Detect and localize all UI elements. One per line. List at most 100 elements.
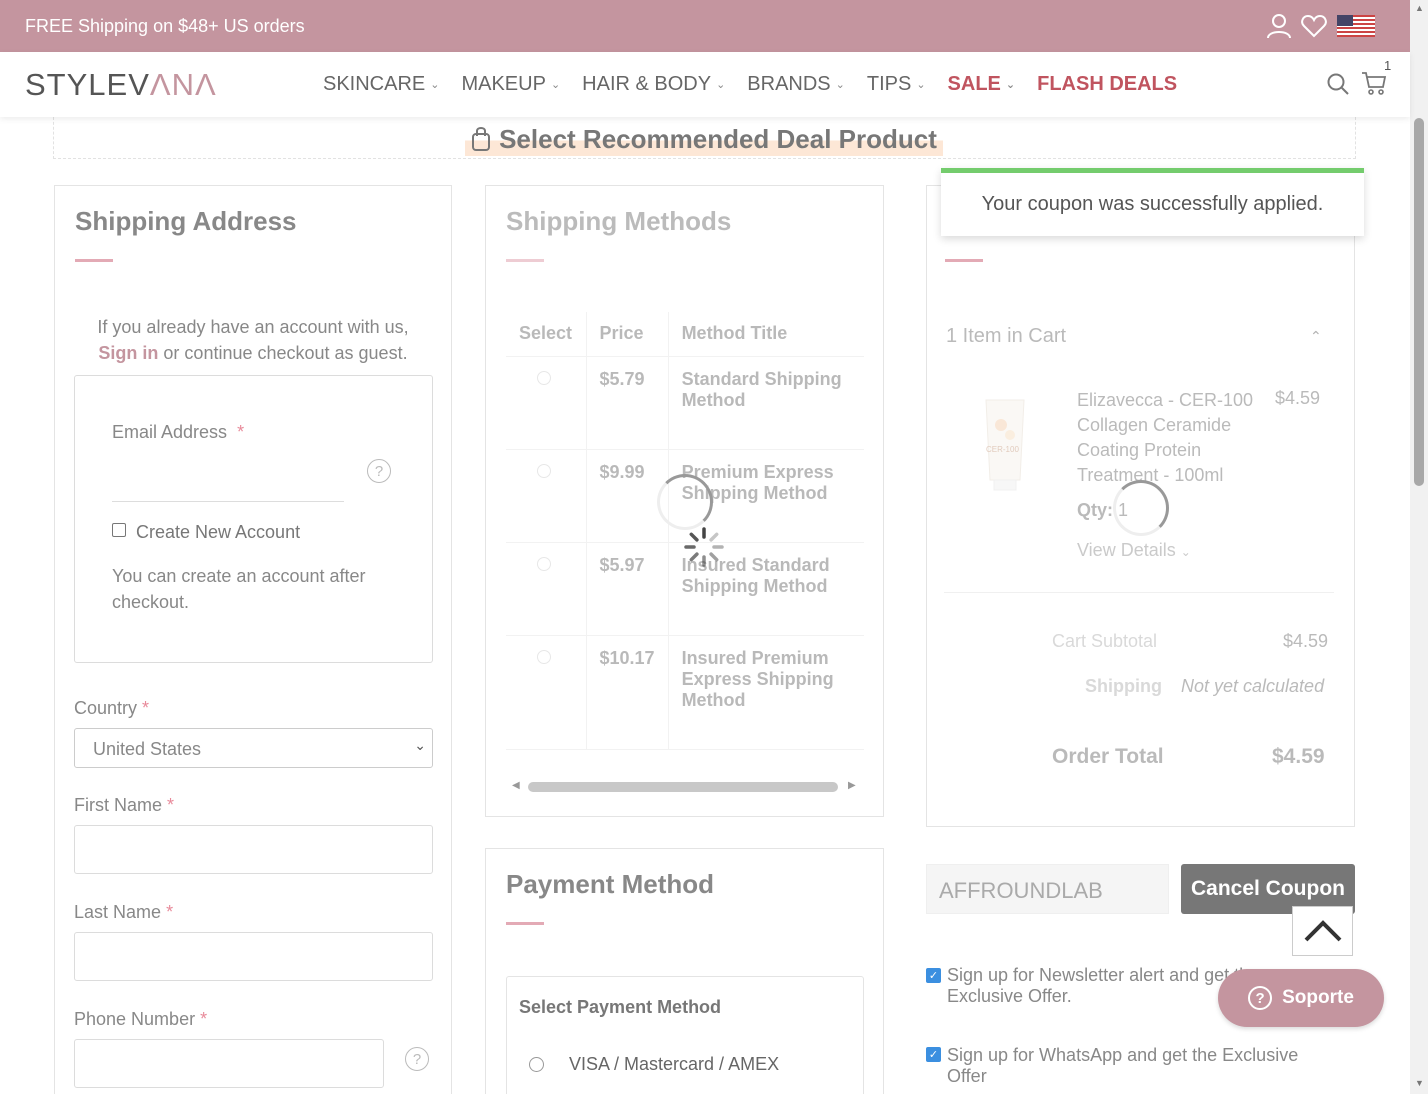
nav-makeup[interactable]: MAKEUP ⌄ xyxy=(461,73,560,96)
sign-in-link[interactable]: Sign in xyxy=(98,343,158,363)
nav-label: TIPS xyxy=(866,73,912,95)
email-box xyxy=(74,375,433,663)
method-title-cell: Insured Premium Express Shipping Method xyxy=(668,635,864,750)
nav-flash-deals[interactable]: FLASH DEALS xyxy=(1037,73,1177,96)
select-payment-label: Select Payment Method xyxy=(519,997,722,1017)
shipping-label: Shipping xyxy=(1085,676,1162,696)
scroll-down-arrow[interactable]: ▼ xyxy=(1415,1078,1424,1088)
nav-label: BRANDS xyxy=(747,73,831,95)
product-thumbnail[interactable]: CER-100 xyxy=(946,380,1064,498)
search-icon[interactable] xyxy=(1326,72,1350,96)
shipping-radio[interactable] xyxy=(537,649,551,664)
qty-label-text: Qty: xyxy=(1077,500,1113,520)
shipping-radio[interactable] xyxy=(537,463,551,478)
site-header: STYLEVΛNΛ SKINCARE ⌄ MAKEUP ⌄ HAIR & BODY ⌄… xyxy=(0,52,1410,117)
nav-label: MAKEUP xyxy=(461,73,546,95)
whatsapp-checkbox[interactable]: ✓ xyxy=(926,1047,941,1062)
scrollbar-thumb[interactable] xyxy=(1414,118,1424,486)
help-icon[interactable]: ? xyxy=(367,459,391,483)
product-tube-label: CER-100 xyxy=(986,445,1019,454)
scroll-up-arrow[interactable]: ▲ xyxy=(1415,3,1424,13)
country-value: United States xyxy=(93,739,202,759)
intro-line1: If you already have an account with us, xyxy=(97,317,409,337)
subtotal-value: $4.59 xyxy=(1283,631,1329,651)
select-cell xyxy=(506,635,587,750)
account-intro: If you already have an account with us, … xyxy=(74,314,432,366)
payment-radio[interactable] xyxy=(529,1057,544,1072)
table-horizontal-scrollbar[interactable]: ◀ ▶ xyxy=(512,780,856,794)
cart-icon[interactable] xyxy=(1361,70,1387,96)
chevron-up-icon xyxy=(1304,920,1341,942)
email-field[interactable] xyxy=(112,452,344,502)
select-cell xyxy=(506,449,587,543)
required-marker: * xyxy=(237,422,245,442)
view-details-link[interactable]: View Details ⌄ xyxy=(1077,540,1191,561)
intro-line2: or continue checkout as guest. xyxy=(158,343,408,363)
chevron-down-icon: ⌄ xyxy=(414,737,426,753)
required-marker: * xyxy=(142,698,150,718)
divider xyxy=(944,592,1334,593)
last-name-label: Last Name * xyxy=(74,902,173,923)
price-cell: $9.99 xyxy=(586,449,669,543)
help-icon[interactable]: ? xyxy=(405,1047,429,1071)
subtotal-label: Cart Subtotal xyxy=(1052,631,1158,651)
horizontal-scrollbar-thumb[interactable] xyxy=(528,782,838,792)
chevron-up-icon[interactable]: ⌃ xyxy=(1310,328,1322,345)
main-nav: SKINCARE ⌄ MAKEUP ⌄ HAIR & BODY ⌄ BRANDS ⌄ T… xyxy=(323,73,1199,96)
shipping-radio[interactable] xyxy=(537,556,551,571)
nav-sale[interactable]: SALE ⌄ xyxy=(948,73,1016,96)
stylevana-logo[interactable]: STYLEVΛNΛ xyxy=(25,67,217,103)
chevron-down-icon: ⌄ xyxy=(550,79,561,91)
first-name-label-text: First Name xyxy=(74,795,163,815)
title-underline xyxy=(75,259,113,262)
nav-label: FLASH DEALS xyxy=(1037,73,1178,95)
chevron-down-icon: ⌄ xyxy=(1005,79,1016,91)
scroll-right-arrow[interactable]: ▶ xyxy=(848,780,856,791)
product-name[interactable]: Elizavecca - CER-100 Collagen Ceramide C… xyxy=(1077,388,1257,488)
view-details-text: View Details xyxy=(1077,540,1176,560)
phone-label: Phone Number * xyxy=(74,1009,207,1030)
email-label-text: Email Address xyxy=(112,422,228,442)
nav-hair-body[interactable]: HAIR & BODY ⌄ xyxy=(582,73,725,96)
chevron-down-icon: ⌄ xyxy=(430,79,440,91)
promo-bar: FREE Shipping on $48+ US orders xyxy=(0,0,1410,52)
last-name-field[interactable] xyxy=(74,932,433,981)
shipping-radio[interactable] xyxy=(537,370,551,385)
table-row[interactable]: $10.17 Insured Premium Express Shipping … xyxy=(506,635,864,750)
page-scrollbar[interactable]: ▲ ▼ xyxy=(1410,0,1428,1094)
shipping-value: Not yet calculated xyxy=(1181,676,1325,696)
product-image: CER-100 xyxy=(985,399,1025,491)
first-name-field[interactable] xyxy=(74,825,433,874)
back-to-top-button[interactable] xyxy=(1292,906,1353,956)
create-account-label: Create New Account xyxy=(136,522,301,542)
payment-option-card[interactable]: VISA / Mastercard / AMEX xyxy=(569,1054,779,1075)
country-select[interactable]: United States ⌄ xyxy=(74,728,433,768)
nav-label: SALE xyxy=(947,73,1001,95)
items-in-cart[interactable]: 1 Item in Cart xyxy=(946,325,1066,348)
support-chat-button[interactable]: ? Soporte xyxy=(1218,969,1384,1027)
loading-spinner-icon xyxy=(657,474,713,530)
chevron-down-icon: ⌄ xyxy=(835,79,845,91)
create-account-checkbox[interactable] xyxy=(112,523,126,537)
required-marker: * xyxy=(200,1009,208,1029)
nav-brands[interactable]: BRANDS ⌄ xyxy=(747,73,845,96)
recommended-deal-heading[interactable]: Select Recommended Deal Product xyxy=(465,122,943,156)
nav-tips[interactable]: TIPS ⌄ xyxy=(867,73,926,96)
scroll-left-arrow[interactable]: ◀ xyxy=(512,780,520,791)
support-label: Soporte xyxy=(1282,987,1354,1008)
nav-skincare[interactable]: SKINCARE ⌄ xyxy=(323,73,439,96)
wishlist-heart-icon[interactable] xyxy=(1300,12,1328,40)
phone-field[interactable] xyxy=(74,1039,384,1088)
country-label: Country * xyxy=(74,698,149,719)
country-label-text: Country xyxy=(74,698,138,718)
payment-method-title: Payment Method xyxy=(506,869,715,899)
account-icon[interactable] xyxy=(1265,12,1293,40)
coupon-code-field[interactable]: AFFROUNDLAB xyxy=(926,864,1169,914)
shipping-methods-title: Shipping Methods xyxy=(506,206,732,236)
chevron-down-icon: ⌄ xyxy=(916,79,926,91)
required-marker: * xyxy=(167,795,175,815)
us-flag-icon[interactable] xyxy=(1337,15,1375,37)
table-row[interactable]: $5.79 Standard Shipping Method xyxy=(506,356,864,450)
newsletter-checkbox[interactable]: ✓ xyxy=(926,968,941,983)
select-cell xyxy=(506,542,587,636)
